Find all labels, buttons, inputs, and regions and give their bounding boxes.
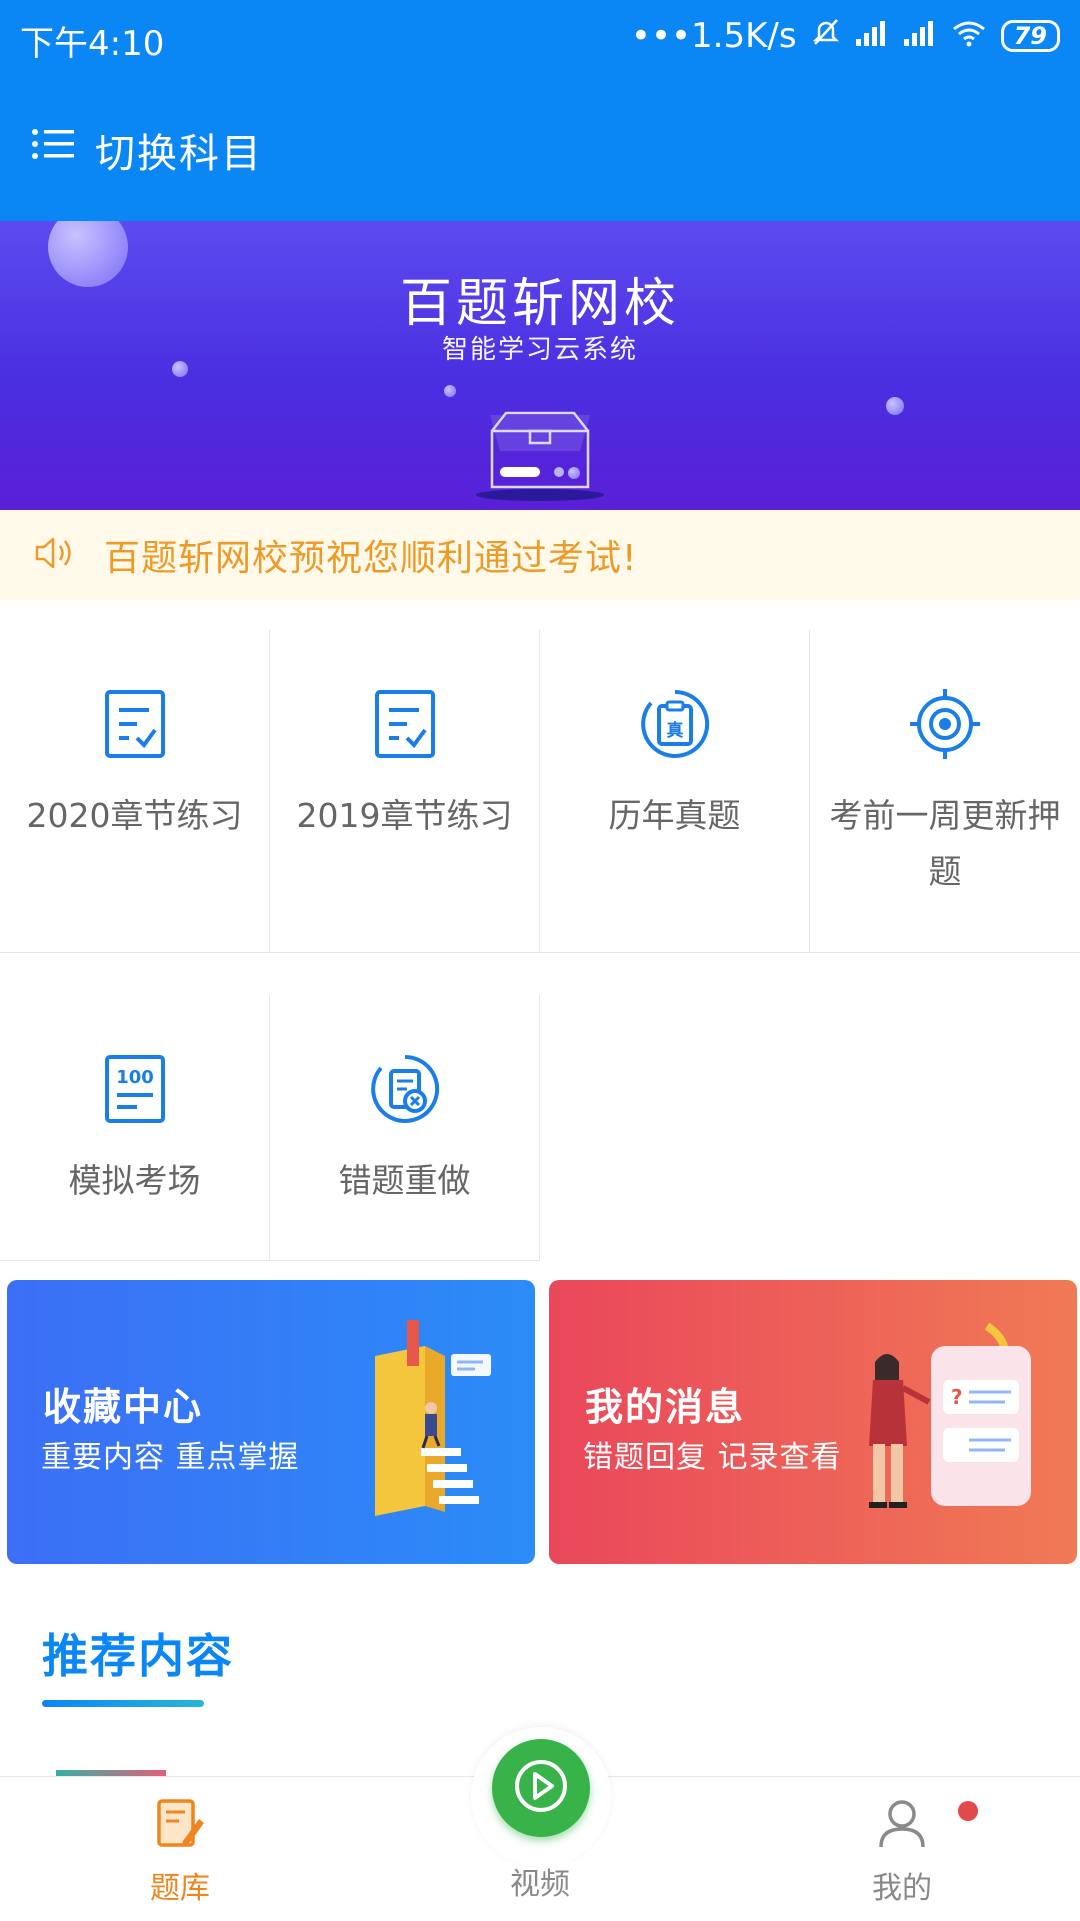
video-button-wrap: [471, 1727, 611, 1867]
menu-item-label: 错题重做: [338, 1161, 471, 1200]
notification-badge: [958, 1801, 978, 1821]
svg-text:100: 100: [116, 1067, 154, 1088]
real-exam-icon: 真: [639, 684, 711, 764]
wrong-question-icon: [369, 1049, 441, 1129]
menu-item-label: 考前一周更新押题: [829, 796, 1061, 891]
mute-icon: [811, 16, 841, 56]
my-messages-card[interactable]: 我的消息 错题回复 记录查看 ?: [549, 1280, 1077, 1564]
status-bar: 下午4:10 •••1.5K/s 79: [0, 0, 1080, 75]
card-subtitle: 错题回复 记录查看: [583, 1440, 842, 1475]
menu-item-mock-exam[interactable]: 100 模拟考场: [0, 995, 270, 1261]
card-title: 收藏中心: [43, 1385, 204, 1429]
svg-text:真: 真: [666, 720, 683, 741]
card-title: 我的消息: [585, 1385, 746, 1429]
carousel-dot[interactable]: [554, 467, 564, 477]
signal-icon: [855, 16, 889, 56]
question-bank-icon: [155, 1797, 205, 1853]
carousel-dot-active[interactable]: [500, 467, 540, 477]
section-underline: [42, 1700, 204, 1707]
tab-label: 我的: [872, 1871, 932, 1906]
checklist-icon: [373, 684, 437, 764]
banner-carousel[interactable]: 百题斩网校 智能学习云系统: [0, 221, 1080, 510]
tab-label: 题库: [150, 1871, 210, 1906]
battery-icon: 79: [1000, 20, 1060, 52]
menu-item-label: 2019章节练习: [296, 796, 513, 835]
network-speed: •••1.5K/s: [630, 16, 797, 56]
menu-item-label: 历年真题: [608, 796, 741, 835]
status-icons: •••1.5K/s 79: [631, 16, 1060, 56]
menu-item-past-exams[interactable]: 真 历年真题: [540, 630, 810, 952]
signal-icon: [903, 16, 937, 56]
menu-list-icon[interactable]: [32, 129, 74, 163]
banner-subtitle: 智能学习云系统: [441, 335, 638, 365]
recommended-section-title: 推荐内容: [42, 1629, 234, 1683]
menu-item-final-week-predictions[interactable]: 考前一周更新押题: [810, 630, 1080, 952]
menu-item-2020-chapter-practice[interactable]: 2020章节练习: [0, 630, 270, 952]
switch-subject-button[interactable]: 切换科目: [95, 121, 263, 179]
tab-video[interactable]: [492, 1739, 590, 1837]
phone-woman-illustration: ?: [847, 1316, 1047, 1530]
carousel-indicator: [500, 467, 564, 477]
bubble-decoration: [444, 385, 456, 397]
wifi-icon: [951, 16, 987, 56]
notice-bar: 百题斩网校预祝您顺利通过考试!: [0, 510, 1080, 600]
chest-illustration: [470, 391, 610, 505]
menu-item-label: 模拟考场: [68, 1161, 201, 1200]
user-icon: [877, 1797, 927, 1853]
status-time: 下午4:10: [20, 24, 165, 64]
target-icon: [908, 684, 982, 764]
app-header: 切换科目: [0, 75, 1080, 221]
tab-label[interactable]: 视频: [450, 1859, 630, 1903]
bottom-tab-bar: 题库 视频 我的: [0, 1727, 1080, 1921]
banner-title: 百题斩网校: [399, 274, 680, 334]
tab-question-bank[interactable]: 题库: [90, 1797, 270, 1907]
menu-item-label: 2020章节练习: [26, 796, 243, 835]
book-stairs-illustration: [355, 1316, 505, 1520]
checklist-icon: [103, 684, 167, 764]
svg-text:?: ?: [951, 1385, 963, 1409]
speaker-icon: [34, 534, 74, 576]
card-subtitle: 重要内容 重点掌握: [41, 1440, 300, 1475]
bubble-decoration: [886, 397, 904, 415]
menu-item-2019-chapter-practice[interactable]: 2019章节练习: [270, 630, 540, 952]
score-100-icon: 100: [103, 1049, 167, 1129]
feature-grid-row: 100 模拟考场 错题重做: [0, 995, 1080, 1261]
favorites-center-card[interactable]: 收藏中心 重要内容 重点掌握: [7, 1280, 535, 1564]
notice-text: 百题斩网校预祝您顺利通过考试!: [104, 538, 638, 579]
menu-item-redo-wrong-questions[interactable]: 错题重做: [270, 995, 540, 1261]
play-icon: [511, 1756, 571, 1820]
feature-grid-row: 2020章节练习 2019章节练习 真 历年真题 考前一周更新押题: [0, 630, 1080, 953]
